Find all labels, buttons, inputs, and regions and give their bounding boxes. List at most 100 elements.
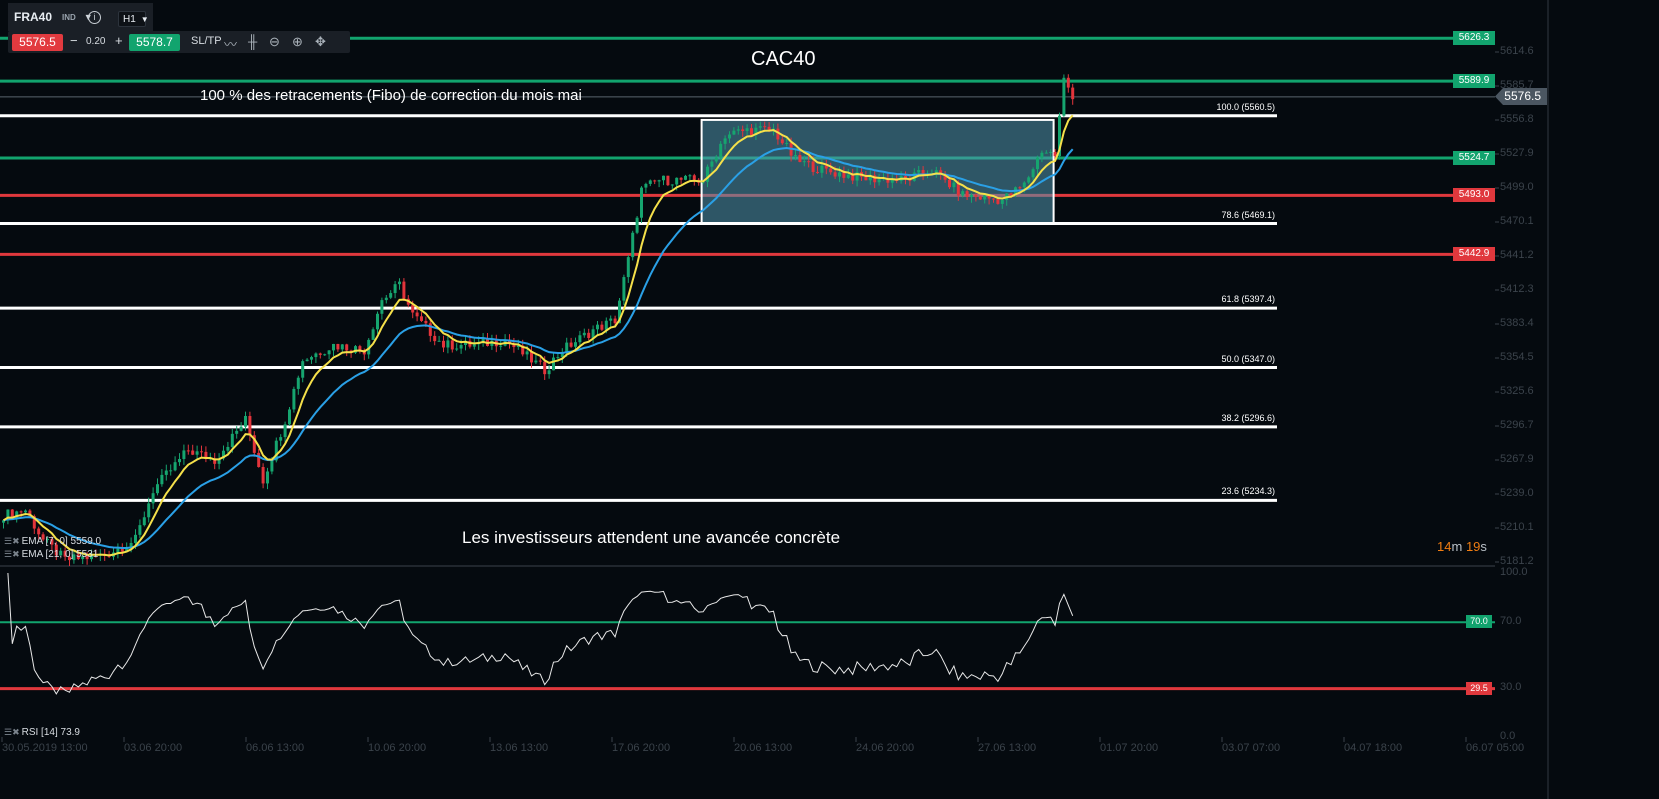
candle-body: [437, 340, 441, 342]
candle-body: [120, 548, 124, 552]
candle-body: [310, 357, 313, 360]
candle-body: [763, 126, 767, 128]
move-icon[interactable]: ✥: [315, 34, 326, 50]
rsi-axis-label: 0.0: [1500, 730, 1516, 742]
rsi-axis-label: 30.0: [1500, 680, 1522, 693]
candle-body: [626, 257, 630, 278]
current-price-label: 5576.5: [1495, 88, 1547, 105]
candle-body: [450, 340, 454, 350]
timer-min-unit: m: [1451, 539, 1463, 554]
sltp-button[interactable]: SL/TP: [191, 35, 222, 47]
candle-body: [142, 517, 146, 526]
x-axis-label: 27.06 13:00: [978, 742, 1037, 754]
info-icon[interactable]: i: [88, 11, 101, 24]
candle-body: [736, 129, 740, 131]
settings-icon[interactable]: ☰✖: [4, 727, 20, 737]
candle-body: [415, 312, 419, 317]
candle-body: [675, 177, 679, 185]
y-axis-label: 5325.6: [1500, 385, 1534, 397]
increase-volume-button[interactable]: +: [115, 33, 123, 48]
candle-body: [261, 466, 265, 484]
candle-body: [389, 293, 393, 298]
candle-body: [741, 129, 745, 131]
candle-body: [1071, 87, 1075, 100]
candle-body: [723, 138, 727, 144]
candle-body: [978, 196, 982, 200]
candle-body: [393, 284, 397, 294]
candle-body: [807, 161, 811, 163]
candle-body: [239, 426, 243, 431]
level-label: 5589.9: [1453, 74, 1495, 89]
level-label: 5626.3: [1453, 31, 1495, 46]
candle-body: [327, 350, 331, 355]
candle-body: [288, 409, 291, 425]
candle-body: [1036, 157, 1039, 170]
candle-body: [732, 130, 736, 135]
candle-body: [472, 344, 476, 347]
candle-body: [1066, 77, 1070, 88]
candle-body: [134, 534, 137, 543]
candle-body: [582, 332, 586, 336]
x-axis-label: 10.06 20:00: [368, 742, 427, 754]
x-axis-label: 04.07 18:00: [1344, 742, 1403, 754]
candle-body: [420, 316, 423, 321]
candle-body: [257, 452, 261, 467]
legend-ema7-text: EMA [7, 0] 5559.0: [21, 536, 102, 547]
buy-button[interactable]: 5578.7: [129, 34, 180, 51]
candle-body: [657, 180, 661, 182]
legend-rsi-text: RSI [14] 73.9: [21, 727, 80, 738]
settings-icon[interactable]: ☰✖: [4, 536, 20, 546]
candle-body: [301, 361, 305, 378]
candle-body: [1031, 169, 1035, 178]
level-label: 5493.0: [1453, 188, 1495, 203]
candle-body: [1049, 152, 1053, 154]
candle-body: [965, 191, 969, 198]
candle-body: [244, 416, 247, 427]
candle-body: [600, 324, 604, 330]
candle-body: [785, 142, 789, 144]
candle-body: [816, 171, 819, 173]
x-axis-label: 20.06 13:00: [734, 742, 793, 754]
y-axis-label: 5239.0: [1500, 487, 1534, 499]
candle-body: [345, 344, 349, 351]
timeframe-select[interactable]: H1 ▼: [118, 11, 149, 27]
candle-body: [842, 172, 846, 178]
legend-rsi: ☰✖ RSI [14] 73.9: [4, 727, 80, 738]
settings-icon[interactable]: ☰✖: [4, 549, 20, 559]
candle-body: [164, 470, 168, 475]
chevron-down-icon: ▼: [140, 15, 149, 24]
line-chart-icon[interactable]: 〰: [224, 34, 237, 53]
candle-body: [666, 175, 670, 186]
candle-body: [948, 179, 951, 188]
candle-body: [604, 320, 608, 330]
decrease-volume-button[interactable]: −: [70, 33, 78, 48]
candle-body: [358, 346, 362, 351]
y-axis-label: 5527.9: [1500, 147, 1534, 159]
zoom-in-icon[interactable]: ⊕: [292, 34, 303, 50]
zoom-out-icon[interactable]: ⊖: [269, 34, 280, 50]
candle-body: [442, 340, 445, 348]
legend-ema7: ☰✖ EMA [7, 0] 5559.0: [4, 536, 101, 547]
y-axis-label: 5412.3: [1500, 283, 1534, 295]
y-axis-label: 5499.0: [1500, 181, 1534, 193]
candle-body: [635, 217, 639, 233]
volume-value[interactable]: 0.20: [86, 36, 105, 47]
candle-body: [587, 332, 591, 338]
y-axis-label: 5556.8: [1500, 113, 1534, 125]
price-chart[interactable]: [0, 0, 1659, 799]
rsi-axis-label: 70.0: [1500, 615, 1522, 628]
sell-button[interactable]: 5576.5: [12, 34, 63, 51]
candles-icon[interactable]: ╫: [248, 34, 257, 49]
candle-body: [178, 458, 181, 463]
candle-body: [1044, 152, 1048, 154]
x-axis-label: 03.06 20:00: [124, 742, 183, 754]
x-axis-label: 30.05.2019 13:00: [2, 742, 88, 754]
candle-body: [248, 416, 252, 436]
candle-body: [279, 437, 283, 441]
candle-body: [138, 525, 142, 535]
candle-body: [380, 300, 384, 314]
timeframe-value: H1: [123, 14, 136, 25]
candle-body: [833, 172, 837, 177]
candle-body: [992, 198, 995, 200]
candle-body: [433, 335, 437, 342]
